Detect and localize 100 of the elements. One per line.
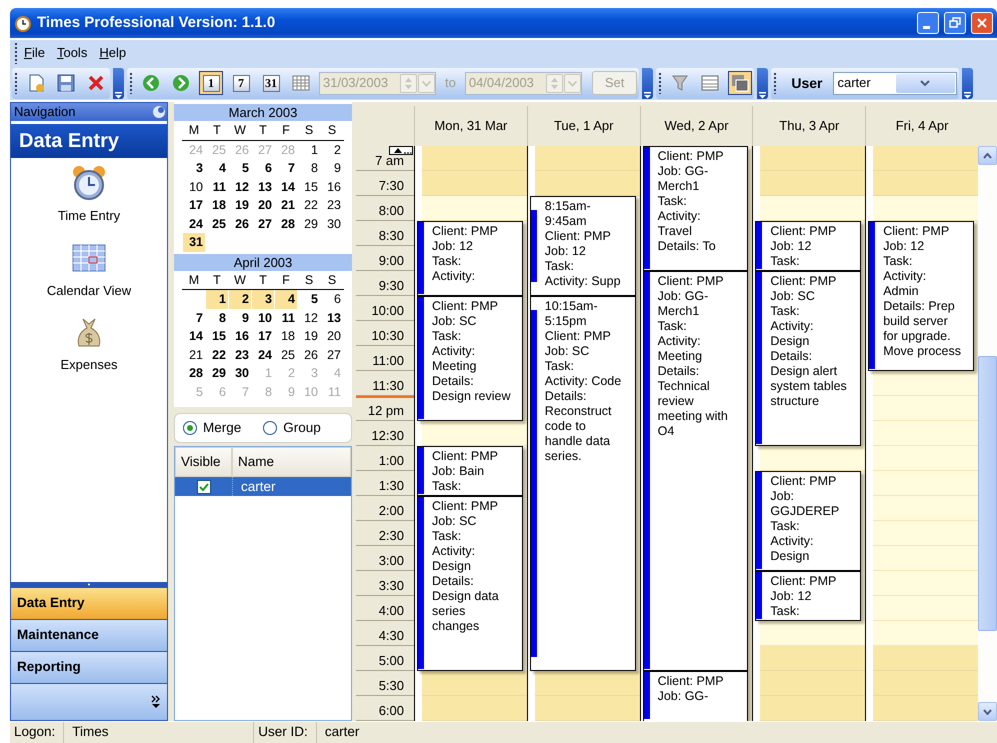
calendar-day[interactable]: 27 — [321, 346, 343, 364]
calendar-day[interactable]: 3 — [183, 159, 205, 178]
day-view-button[interactable]: 1 — [199, 71, 223, 95]
section-button[interactable]: Reporting — [11, 651, 167, 683]
calendar-day[interactable]: 9 — [321, 159, 343, 178]
calendar-day[interactable]: 26 — [298, 346, 320, 364]
calendar-day[interactable]: 6 — [252, 159, 274, 178]
calendar-day[interactable]: 4 — [206, 159, 228, 178]
calendar-day[interactable]: 30 — [321, 214, 343, 233]
calendar-day[interactable]: 6 — [321, 290, 343, 308]
appointment[interactable]: Client: PMP Job: SC Task: Activity: Design Details: Design data series changes — [417, 496, 523, 671]
nav-item[interactable]: Expenses — [60, 311, 118, 382]
calendar-day[interactable]: 16 — [321, 178, 343, 196]
calendar-day[interactable]: 29 — [298, 214, 320, 233]
weekday-label: W — [233, 122, 247, 139]
calendar-day[interactable]: 17 — [183, 196, 205, 214]
calendar-day[interactable]: 28 — [183, 364, 205, 382]
calendar-day[interactable]: 9 — [229, 308, 251, 327]
calendar-day[interactable]: 21 — [183, 346, 205, 364]
section-button[interactable]: Maintenance — [11, 619, 167, 651]
grid-row[interactable]: carter — [175, 477, 351, 496]
calendar-day[interactable]: 3 — [252, 290, 274, 308]
calendar-day[interactable]: 22 — [206, 346, 228, 364]
nav-item[interactable]: Time Entry — [58, 162, 120, 234]
calendar-day[interactable]: 26 — [229, 214, 251, 233]
calendar-day[interactable]: 14 — [275, 178, 297, 196]
calendar-day[interactable]: 12 — [298, 308, 320, 327]
calendar-day[interactable]: 12 — [229, 178, 251, 196]
calendar-day[interactable]: 16 — [229, 327, 251, 346]
calendar-day[interactable]: 25 — [275, 346, 297, 364]
menu-item[interactable]: Tools — [50, 43, 94, 63]
calendar-day[interactable]: 31 — [183, 233, 205, 252]
calendar-day[interactable]: 27 — [252, 214, 274, 233]
calendar-day[interactable]: 20 — [252, 196, 274, 214]
appointment[interactable]: 10:15am- 5:15pm Client: PMP Job: SC Task: Activity: Code Details: Reconstruct code to handle data series. — [530, 296, 636, 671]
calendar-day[interactable]: 4 — [275, 290, 297, 308]
calendar-day[interactable]: 11 — [206, 178, 228, 196]
calendar-day[interactable]: 14 — [183, 327, 205, 346]
calendar-day[interactable]: 8 — [298, 159, 320, 178]
calendar-day[interactable]: 19 — [229, 196, 251, 214]
calendar-day[interactable]: 5 — [229, 159, 251, 178]
calendar-day[interactable]: 2 — [229, 290, 251, 308]
day-header[interactable]: Wed, 2 Apr — [640, 106, 752, 146]
status-value: carter — [324, 723, 360, 742]
calendar-day[interactable]: 20 — [321, 327, 343, 346]
user-dropdown[interactable]: carter — [832, 72, 956, 94]
menu-item[interactable]: Help — [93, 43, 132, 63]
appointment[interactable]: Client: PMP Job: GG- — [642, 671, 748, 721]
calendar-day[interactable]: 5 — [298, 290, 320, 308]
calendar-day[interactable]: 24 — [252, 346, 274, 364]
calendar-day[interactable]: 18 — [206, 196, 228, 214]
appointment[interactable]: Client: PMP Job: SC Task: Activity: Design Details: Design alert system tables structure — [755, 271, 862, 446]
calendar-day[interactable]: 22 — [298, 196, 320, 214]
appointment[interactable]: Client: PMP Job: GGJDEREP Task: Activity: Design — [755, 471, 862, 571]
calendar-day[interactable]: 10 — [183, 178, 205, 196]
calendar-day[interactable]: 10 — [252, 308, 274, 327]
calendar-day[interactable]: 2 — [321, 140, 343, 159]
weekday-label: T — [212, 122, 222, 139]
calendar-day[interactable]: 7 — [275, 159, 297, 178]
calendar-day[interactable]: 25 — [206, 214, 228, 233]
calendar-day[interactable]: 30 — [229, 364, 251, 382]
appointment[interactable]: Client: PMP Job: 12 Task: Activity: Admin Details: Prep build server for upgrade. Move process — [868, 221, 974, 371]
column-header[interactable]: Name — [232, 447, 351, 477]
radio-option[interactable]: Group — [263, 418, 321, 438]
appointment[interactable]: Client: PMP Job: Bain Task: — [417, 446, 523, 496]
weekday-label: S — [304, 122, 314, 139]
calendar-day[interactable]: 24 — [183, 214, 205, 233]
appointment[interactable]: 8:15am- 9:45am Client: PMP Job: 12 Task: Activity: Supp — [530, 196, 636, 296]
calendar-day[interactable]: 18 — [275, 327, 297, 346]
calendar-day[interactable]: 13 — [252, 178, 274, 196]
nav-item[interactable]: Calendar View — [46, 236, 132, 308]
section-button[interactable]: Data Entry — [11, 587, 167, 619]
calendar-day[interactable]: 15 — [206, 327, 228, 346]
time-label: 3:00 — [378, 554, 404, 568]
calendar-day[interactable]: 23 — [321, 196, 343, 214]
calendar-day[interactable]: 29 — [206, 364, 228, 382]
menu-item[interactable]: File — [18, 43, 51, 63]
time-label: 12:30 — [371, 429, 404, 443]
calendar-day[interactable]: 13 — [321, 308, 343, 327]
radio-option[interactable]: Merge — [183, 418, 242, 438]
calendar-day[interactable]: 19 — [298, 327, 320, 346]
calendar-day[interactable]: 11 — [275, 308, 297, 327]
calendar-day[interactable]: 1 — [206, 290, 228, 308]
calendar-day[interactable]: 8 — [206, 308, 228, 327]
column-header[interactable]: Visible — [175, 447, 232, 477]
appointment[interactable]: Client: PMP Job: 12 Task: Activity: — [417, 221, 523, 296]
appointment[interactable]: Client: PMP Job: 12 Task: — [755, 571, 862, 621]
appointment[interactable]: Client: PMP Job: SC Task: Activity: Meeting Details: Design review — [417, 296, 523, 421]
calendar-day[interactable]: 21 — [275, 196, 297, 214]
month-title: April 2003 — [174, 254, 352, 270]
appointment[interactable]: Client: PMP Job: 12 Task: — [755, 221, 862, 271]
calendar-day[interactable]: 1 — [298, 140, 320, 159]
appointment[interactable]: Client: PMP Job: GG- Merch1 Task: Activity: Travel Details: To — [642, 146, 748, 271]
calendar-day[interactable]: 7 — [183, 308, 205, 327]
appointment[interactable]: Client: PMP Job: GG- Merch1 Task: Activity: Meeting Details: Technical review meeting with O4 — [642, 271, 748, 671]
calendar-day[interactable]: 15 — [298, 178, 320, 196]
calendar-day[interactable]: 17 — [252, 327, 274, 346]
calendar-day[interactable]: 28 — [275, 214, 297, 233]
calendar-day[interactable]: 23 — [229, 346, 251, 364]
time-label: 2:00 — [378, 504, 404, 518]
